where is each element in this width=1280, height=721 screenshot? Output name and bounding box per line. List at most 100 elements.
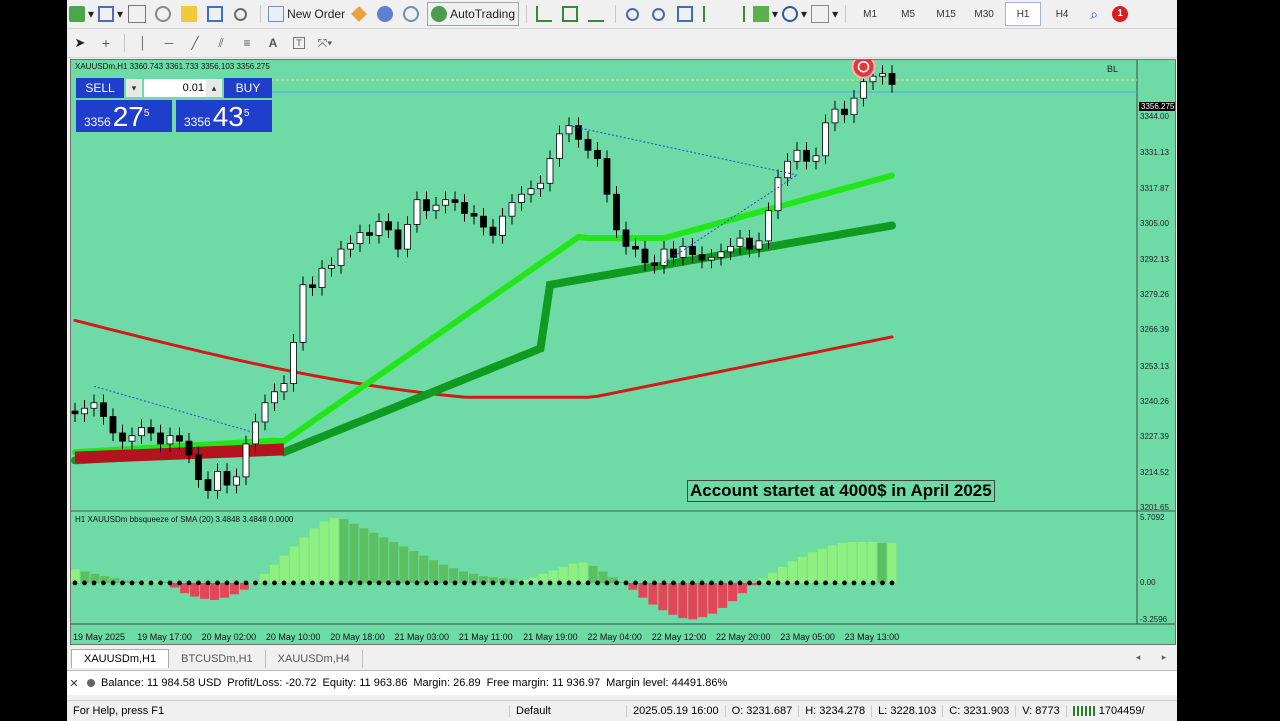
indicator-axis-label: 5.7092 — [1140, 513, 1165, 522]
indicators-button[interactable]: ▾ — [753, 3, 778, 25]
separator — [845, 5, 847, 23]
drawing-toolbar: ➤ + │ ─ ╱ ⫽ ≡ A T ⤧▾ — [67, 29, 1177, 58]
tab-xauusdm-h1[interactable]: XAUUSDm,H1 — [71, 649, 170, 668]
timeframe-h4[interactable]: H4 — [1045, 3, 1079, 25]
sell-button[interactable]: SELL — [76, 78, 124, 98]
fibonacci-tool[interactable]: ≡ — [236, 32, 258, 54]
main-toolbar: ▾ ▾ New Order AutoTrading ▾ ▾ ▾ M1 M5 M1… — [67, 0, 1177, 29]
histogram-bar — [807, 552, 817, 583]
squeeze-dot — [870, 580, 876, 586]
connection-status[interactable]: 1704459/ — [1067, 705, 1151, 717]
buy-button[interactable]: BUY — [224, 78, 272, 98]
candlestick-chart-button[interactable] — [560, 3, 582, 25]
close-icon[interactable]: ✕ — [67, 677, 81, 690]
timeframe-m1[interactable]: M1 — [853, 3, 887, 25]
channel-icon: ⫽ — [218, 35, 224, 50]
bar-chart-button[interactable] — [534, 3, 556, 25]
candle-body — [556, 133, 563, 159]
vertical-line-tool[interactable]: │ — [132, 32, 154, 54]
arrows-tool[interactable]: ⤧▾ — [314, 32, 336, 54]
candle-body — [736, 237, 744, 247]
templates-icon — [811, 5, 830, 23]
candle-body — [641, 248, 649, 264]
squeeze-dot — [319, 580, 325, 586]
templates-button[interactable]: ▾ — [811, 3, 838, 25]
profiles-button[interactable]: ▾ — [98, 3, 123, 25]
squeeze-dot — [728, 580, 733, 586]
histogram-bar — [349, 523, 359, 583]
lot-increase-button[interactable]: ▴ — [206, 79, 222, 97]
histogram-bar — [319, 521, 329, 583]
timeframe-m5[interactable]: M5 — [891, 3, 925, 25]
new-order-button[interactable]: New Order — [268, 3, 345, 25]
squeeze-dot — [395, 580, 401, 586]
histogram-bar — [389, 541, 399, 583]
candle-body — [537, 182, 544, 190]
candle-body — [708, 256, 715, 261]
line-chart-button[interactable] — [586, 3, 608, 25]
search-button[interactable]: ⌕ — [1083, 3, 1105, 25]
candle-body — [147, 427, 155, 434]
trendline-tool[interactable]: ╱ — [184, 32, 206, 54]
bar-low: L: 3228.103 — [872, 705, 944, 717]
alerts-button[interactable]: 1 — [1109, 3, 1131, 25]
channel-tool[interactable]: ⫽ — [210, 32, 232, 54]
squeeze-dot — [576, 580, 581, 586]
margin-level-text: Margin level: 44491.86% — [606, 677, 728, 689]
profile-name[interactable]: Default — [510, 705, 627, 717]
navigator-button[interactable] — [153, 3, 175, 25]
candle-body — [318, 267, 326, 288]
annotation-text[interactable]: Account startet at 4000$ in April 2025 — [687, 480, 995, 502]
new-chart-button[interactable]: ▾ — [69, 3, 94, 25]
lot-size-input[interactable]: 0.01 — [144, 79, 208, 97]
price-chart[interactable]: XAUUSDm,H1 3360.743 3361.733 3356.103 33… — [70, 59, 1176, 645]
timeframe-h1[interactable]: H1 — [1005, 2, 1042, 26]
text-label-tool[interactable]: T — [288, 32, 310, 54]
histogram-bar — [777, 567, 787, 583]
squeeze-dot — [661, 580, 667, 586]
squeeze-dot — [129, 580, 135, 586]
time-axis-label: 20 May 10:00 — [265, 632, 321, 642]
sell-price[interactable]: 3356 27 5 — [76, 100, 172, 132]
signals-button[interactable] — [375, 3, 397, 25]
periods-button[interactable]: ▾ — [782, 3, 807, 25]
candle-body — [138, 427, 145, 437]
price-axis-label: 3292.13 — [1140, 254, 1169, 264]
tile-windows-button[interactable] — [675, 3, 697, 25]
strategy-tester-button[interactable] — [231, 3, 253, 25]
candle-body — [81, 407, 88, 415]
zoom-in-button[interactable] — [623, 3, 645, 25]
text-tool[interactable]: A — [262, 32, 284, 54]
autoscroll-button[interactable] — [727, 3, 749, 25]
timeframe-m15[interactable]: M15 — [929, 3, 963, 25]
vps-button[interactable] — [401, 3, 423, 25]
candle-body — [470, 213, 478, 217]
candle-body — [385, 221, 392, 231]
buy-price[interactable]: 3356 43 5 — [176, 100, 272, 132]
balance-text: Balance: 11 984.58 USD — [101, 677, 222, 689]
autotrading-button[interactable]: AutoTrading — [427, 2, 520, 26]
candle-body — [850, 97, 858, 116]
squeeze-dot — [642, 580, 648, 586]
time-axis-label: 20 May 18:00 — [330, 632, 385, 642]
crosshair-tool[interactable]: + — [95, 32, 117, 54]
squeeze-dot — [462, 580, 467, 586]
squeeze-dot — [785, 580, 790, 586]
cursor-tool[interactable]: ➤ — [69, 32, 91, 54]
tabs-scroll-left[interactable]: ◂ — [1127, 646, 1149, 668]
tab-xauusdm-h4[interactable]: XAUUSDm,H4 — [266, 650, 363, 668]
metaeditor-button[interactable] — [349, 3, 371, 25]
terminal-button[interactable] — [205, 3, 227, 25]
timeframe-m30[interactable]: M30 — [967, 3, 1001, 25]
zoom-out-button[interactable] — [649, 3, 671, 25]
horizontal-line-tool[interactable]: ─ — [158, 32, 180, 54]
histogram-bar — [409, 551, 419, 583]
price-axis-label: 3201.65 — [1140, 503, 1169, 512]
tabs-scroll-right[interactable]: ▸ — [1153, 646, 1175, 668]
squeeze-dot — [376, 580, 382, 586]
data-window-button[interactable] — [179, 3, 201, 25]
chart-shift-button[interactable] — [701, 3, 723, 25]
lot-decrease-button[interactable]: ▾ — [126, 79, 142, 97]
tab-btcusdm-h1[interactable]: BTCUSDm,H1 — [169, 650, 266, 668]
market-watch-button[interactable] — [127, 3, 149, 25]
